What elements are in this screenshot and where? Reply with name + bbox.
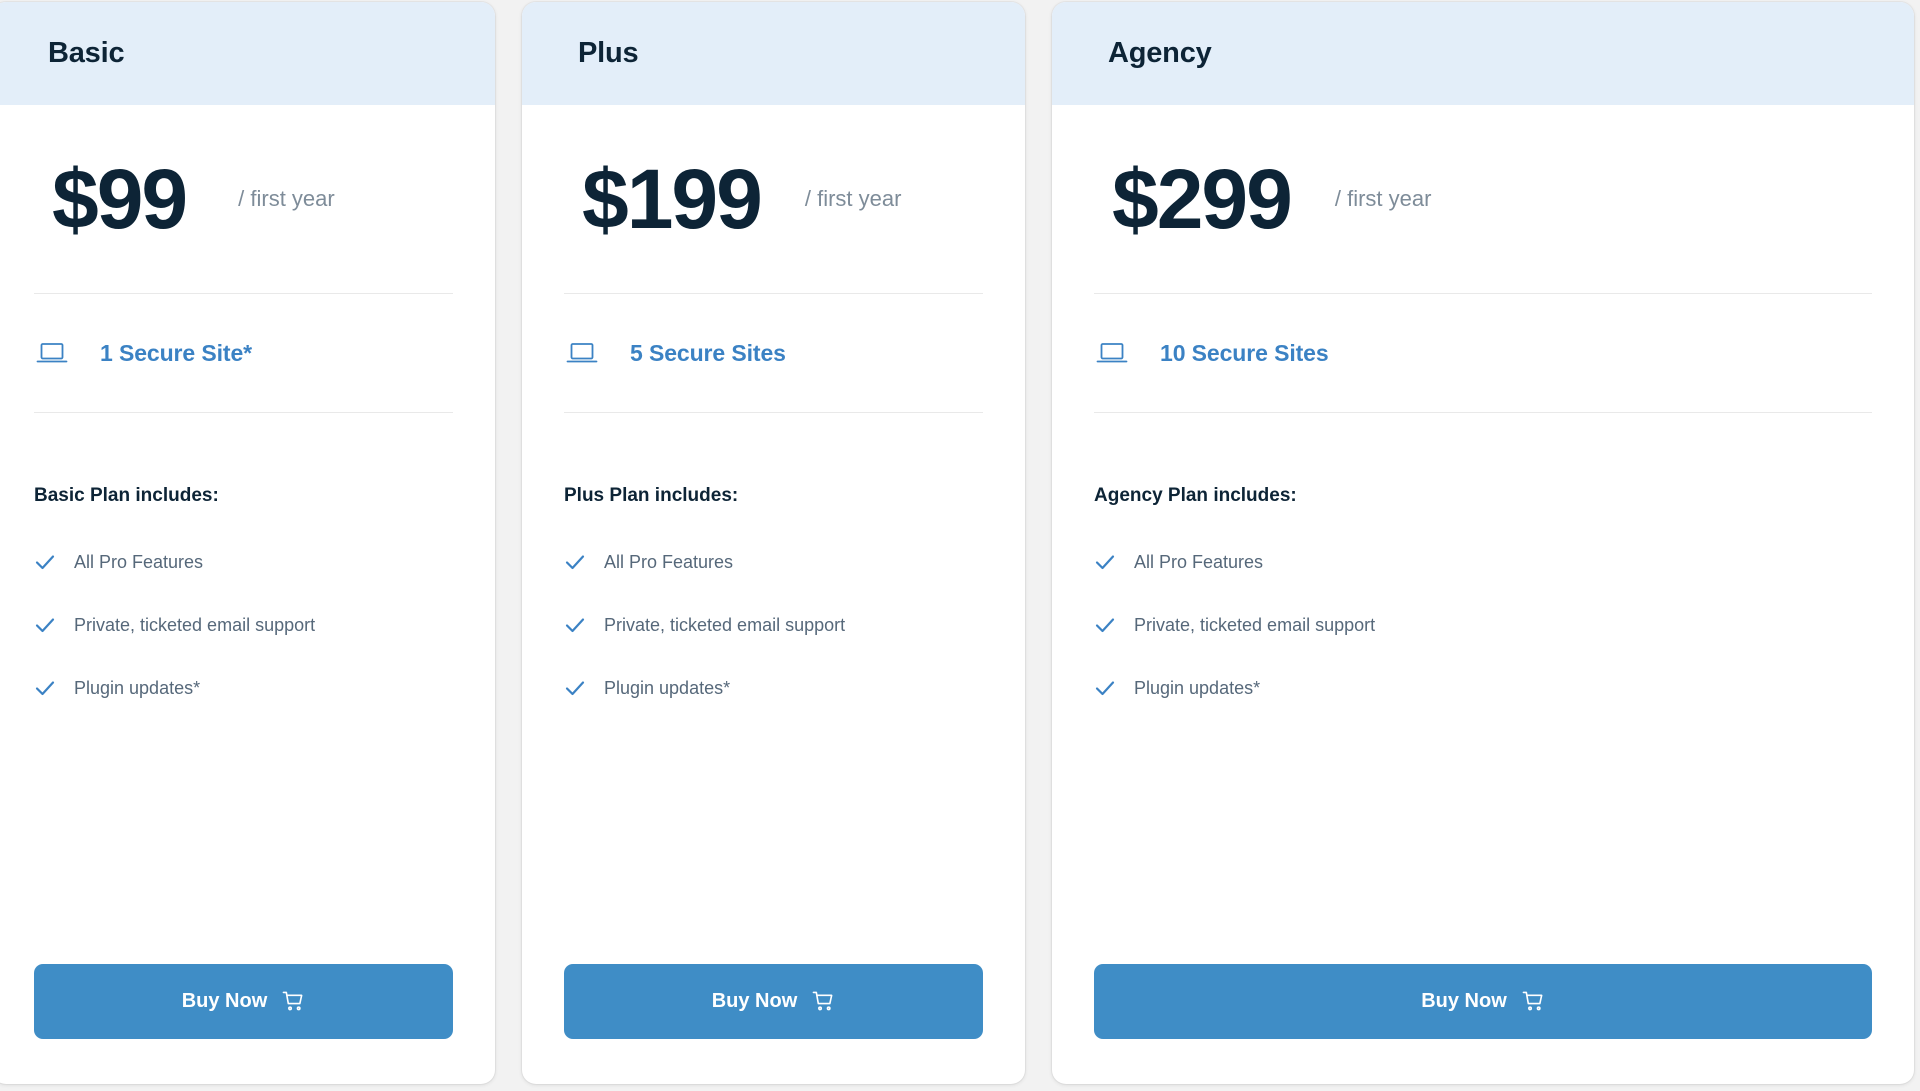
feature-label: Private, ticketed email support [1134, 614, 1376, 635]
feature-item: Plugin updates* [1094, 677, 1872, 699]
pricing-card-agency[interactable]: Agency $299 / first year 10 Secure Sites… [1052, 2, 1914, 1084]
plan-name: Plus [578, 37, 639, 69]
check-icon [1095, 555, 1115, 570]
price-period: / first year [1334, 186, 1432, 212]
buy-button-wrapper: Buy Now [1094, 964, 1872, 1084]
includes-title: Basic Plan includes: [34, 485, 219, 506]
feature-item: All Pro Features [564, 551, 983, 573]
includes-block: Agency Plan includes: All Pro Features P… [1094, 413, 1872, 964]
check-icon [565, 681, 585, 696]
buy-now-label: Buy Now [181, 990, 268, 1012]
buy-now-label: Buy Now [1421, 990, 1507, 1012]
check-icon [565, 618, 585, 633]
price-row: $299 / first year [1094, 105, 1872, 293]
secure-sites-label: 1 Secure Site* [100, 339, 253, 366]
pricing-card-basic[interactable]: Basic $99 / first year 1 Secure Site* Ba… [0, 2, 495, 1084]
feature-label: All Pro Features [74, 551, 204, 572]
price-row: $199 / first year [564, 105, 983, 293]
card-body-agency: $299 / first year 10 Secure Sites Agency… [1052, 105, 1914, 1084]
card-body-plus: $199 / first year 5 Secure Sites Plus Pl… [522, 105, 1025, 1084]
feature-label: All Pro Features [604, 551, 734, 572]
feature-label: Private, ticketed email support [74, 614, 316, 635]
secure-sites-row: 1 Secure Site* [34, 294, 453, 412]
feature-label: Plugin updates* [74, 677, 201, 698]
feature-item: All Pro Features [1094, 551, 1872, 573]
check-icon [565, 555, 585, 570]
buy-now-button[interactable]: Buy Now [1094, 964, 1872, 1039]
check-icon [35, 681, 55, 696]
price-period: / first year [238, 186, 335, 212]
feature-item: Private, ticketed email support [564, 614, 983, 636]
buy-button-wrapper: Buy Now [34, 964, 453, 1084]
check-icon [35, 618, 55, 633]
card-header-agency: Agency [1052, 2, 1914, 105]
feature-item: Private, ticketed email support [34, 614, 453, 636]
feature-item: Private, ticketed email support [1094, 614, 1872, 636]
includes-title: Agency Plan includes: [1094, 485, 1297, 506]
check-icon [35, 555, 55, 570]
price-amount: $99 [52, 152, 188, 246]
buy-now-button[interactable]: Buy Now [34, 964, 453, 1039]
price-amount: $299 [1112, 152, 1293, 246]
shopping-cart-icon [812, 991, 833, 1011]
secure-sites-row: 10 Secure Sites [1094, 294, 1872, 412]
buy-button-wrapper: Buy Now [564, 964, 983, 1084]
feature-item: All Pro Features [34, 551, 453, 573]
plan-name: Basic [48, 37, 125, 69]
plan-name: Agency [1108, 37, 1212, 69]
shopping-cart-icon [1522, 991, 1543, 1011]
laptop-icon [566, 343, 598, 363]
card-body-basic: $99 / first year 1 Secure Site* Basic Pl… [0, 105, 495, 1084]
laptop-icon [1096, 343, 1128, 363]
price-row: $99 / first year [34, 105, 453, 293]
card-header-basic: Basic [0, 2, 495, 105]
feature-label: All Pro Features [1134, 551, 1264, 572]
price-amount: $199 [582, 152, 763, 246]
feature-item: Plugin updates* [564, 677, 983, 699]
includes-block: Basic Plan includes: All Pro Features Pr… [34, 413, 453, 964]
feature-item: Plugin updates* [34, 677, 453, 699]
includes-block: Plus Plan includes: All Pro Features Pri… [564, 413, 983, 964]
shopping-cart-icon [282, 991, 303, 1011]
laptop-icon [36, 343, 68, 363]
secure-sites-label: 10 Secure Sites [1160, 339, 1329, 366]
secure-sites-label: 5 Secure Sites [630, 339, 786, 366]
feature-label: Plugin updates* [604, 677, 731, 698]
includes-title: Plus Plan includes: [564, 485, 739, 506]
check-icon [1095, 618, 1115, 633]
price-period: / first year [804, 186, 902, 212]
pricing-plans-grid: Basic $99 / first year 1 Secure Site* Ba… [0, 0, 1920, 1091]
buy-now-button[interactable]: Buy Now [564, 964, 983, 1039]
feature-label: Private, ticketed email support [604, 614, 846, 635]
check-icon [1095, 681, 1115, 696]
pricing-card-plus[interactable]: Plus $199 / first year 5 Secure Sites Pl… [522, 2, 1025, 1084]
secure-sites-row: 5 Secure Sites [564, 294, 983, 412]
card-header-plus: Plus [522, 2, 1025, 105]
buy-now-label: Buy Now [711, 990, 798, 1012]
feature-label: Plugin updates* [1134, 677, 1261, 698]
